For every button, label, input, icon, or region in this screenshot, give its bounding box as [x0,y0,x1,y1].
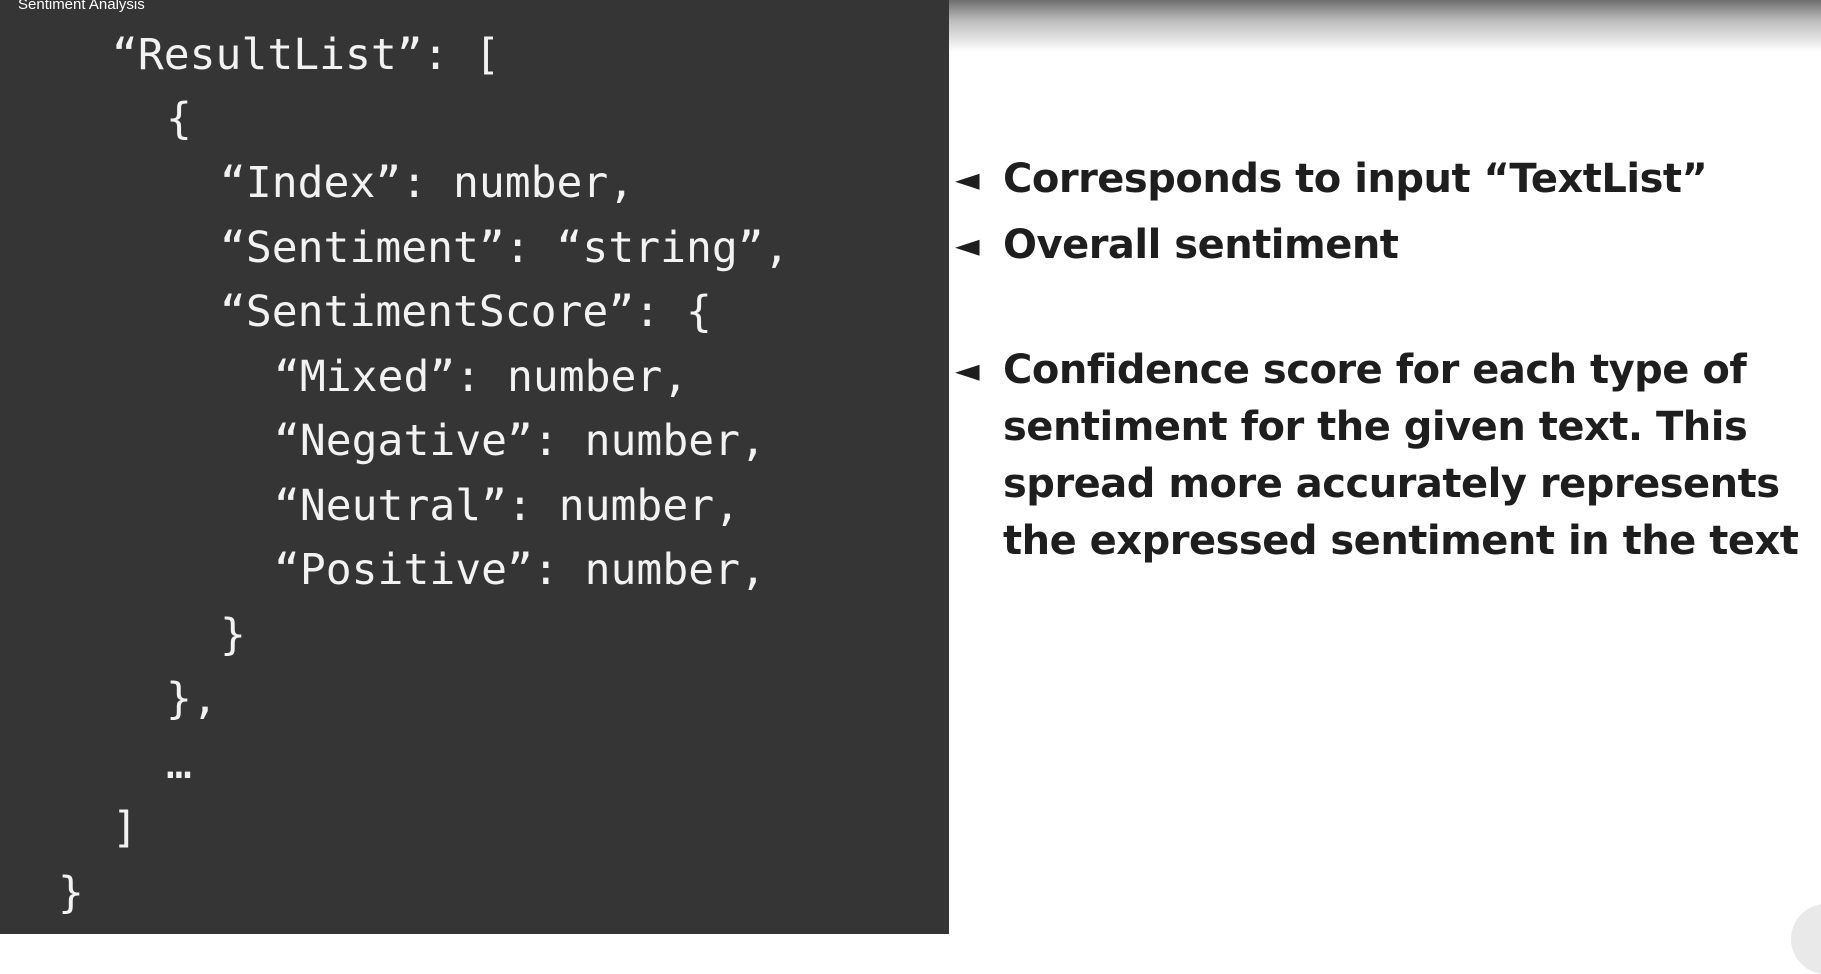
code-line: “ResultList”: [ [112,30,501,80]
code-line: }, [166,674,218,724]
note-text: Overall sentiment [1003,222,1399,268]
video-title: Sentiment Analysis [18,0,145,13]
code-line: “Neutral”: number, [274,481,740,531]
left-arrow-icon: ◄ [955,351,980,389]
code-line: “Positive”: number, [274,545,766,595]
left-arrow-icon: ◄ [955,160,980,198]
code-line: “Sentiment”: “string”, [220,223,790,273]
code-line: { [166,94,192,144]
code-line: } [58,868,84,918]
code-panel: Sentiment Analysis “ResultList”: [ { “In… [0,0,949,934]
note-textlist: ◄ Corresponds to input “TextList” [955,151,1813,208]
top-shade [949,0,1821,52]
left-arrow-icon: ◄ [955,226,980,264]
note-text: Confidence score for each type of sentim… [1003,347,1799,564]
code-line: “Negative”: number, [274,416,766,466]
code-line: ] [112,803,138,853]
code-line: } [220,610,246,660]
note-confidence-score: ◄ Confidence score for each type of sent… [955,342,1813,570]
corner-decoration [1791,904,1821,974]
notes-panel: ◄ Corresponds to input “TextList” ◄ Over… [949,0,1821,974]
note-text: Corresponds to input “TextList” [1003,156,1708,202]
note-overall-sentiment: ◄ Overall sentiment [955,217,1813,274]
code-line: “SentimentScore”: { [220,287,712,337]
code-line: “Index”: number, [220,158,635,208]
code-line: … [166,739,192,789]
code-line: “Mixed”: number, [274,352,689,402]
